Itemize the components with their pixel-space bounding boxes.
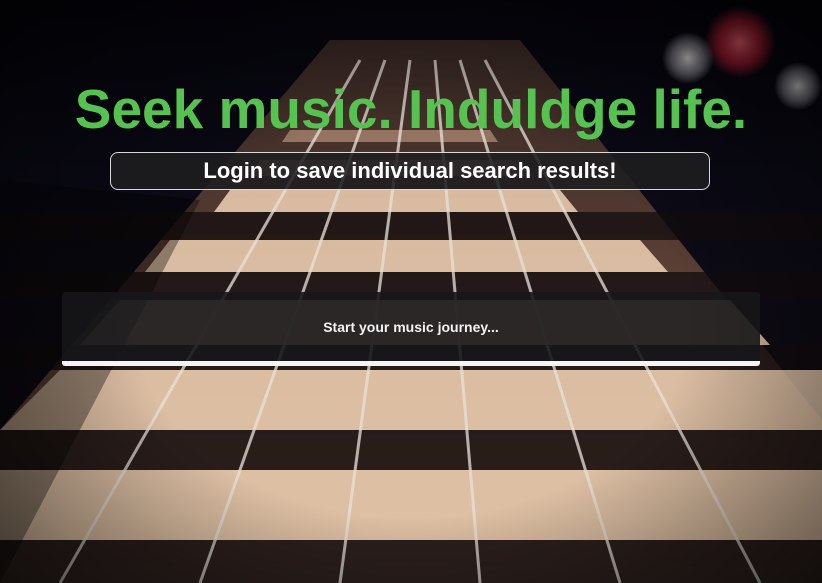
music-search-input[interactable] bbox=[62, 292, 760, 361]
login-banner-button[interactable]: Login to save individual search results! bbox=[110, 152, 710, 190]
page-headline: Seek music. Induldge life. bbox=[74, 78, 748, 140]
search-input-underline bbox=[62, 361, 760, 366]
search-form bbox=[62, 292, 760, 367]
landing-page: Seek music. Induldge life. Login to save… bbox=[0, 0, 822, 583]
